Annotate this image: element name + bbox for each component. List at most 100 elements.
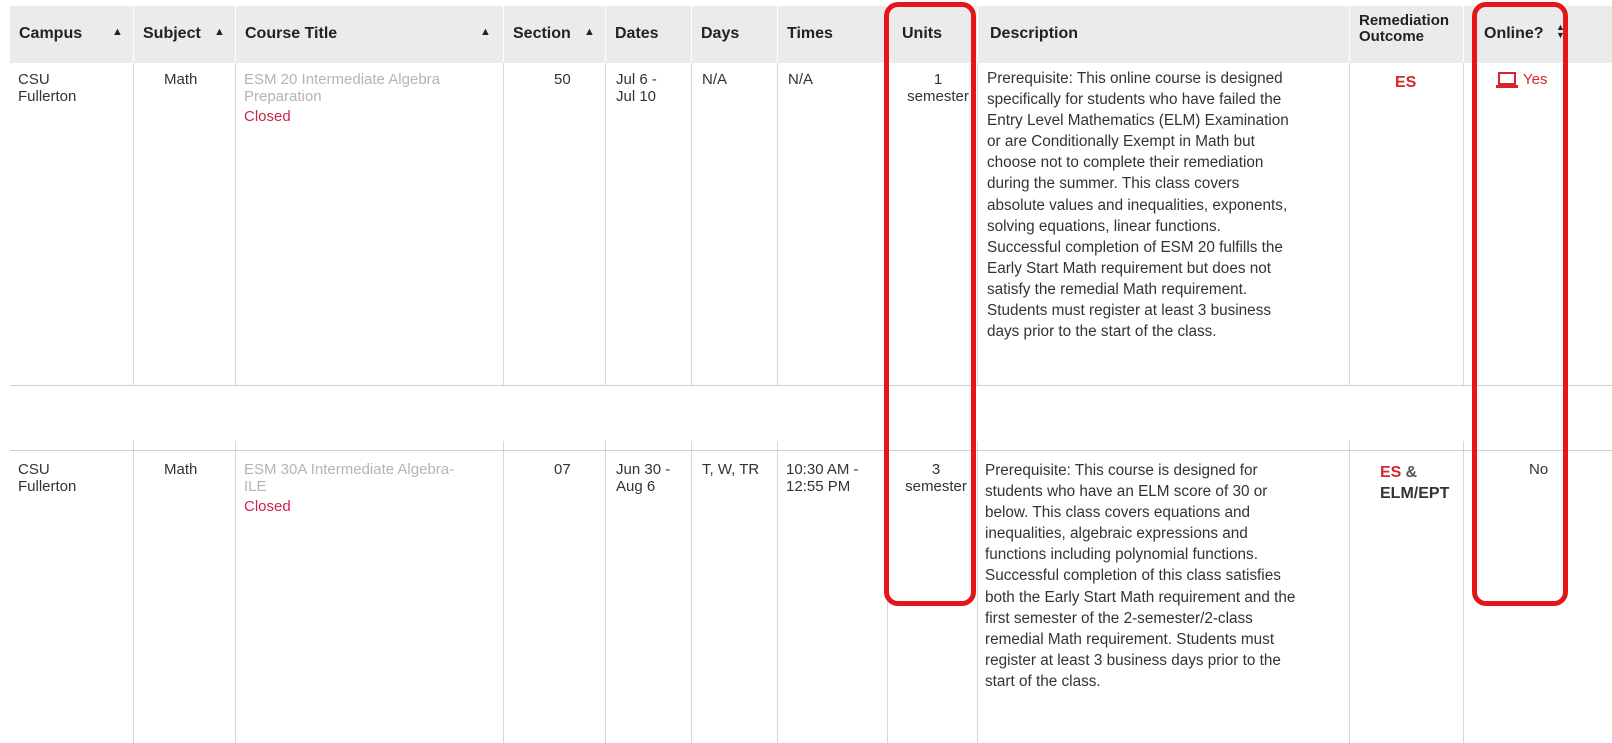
days-cell: N/A [692, 63, 778, 386]
dates-text: Jun 30 - Aug 6 [616, 461, 671, 495]
subject-text: Math [164, 461, 198, 478]
column-stub [778, 441, 888, 450]
header-times: Times [778, 6, 888, 63]
header-section-label: Section [513, 25, 571, 42]
description-line: start of the class. [985, 672, 1101, 690]
sort-ascending-icon[interactable]: ▲ [584, 26, 595, 38]
header-dates-label: Dates [615, 25, 659, 42]
remediation-outcome: ES & ELM/EPT [1380, 462, 1449, 504]
dates-cell: Jun 30 - Aug 6 [606, 451, 692, 743]
column-stub [10, 441, 134, 450]
sort-ascending-icon[interactable]: ▲ [214, 26, 225, 38]
remediation-cell: ES [1350, 63, 1464, 386]
days-cell: T, W, TR [692, 451, 778, 743]
description-line: inequalities, algebraic expressions and [985, 525, 1248, 543]
description-text: Prerequisite: This course is designed fo… [985, 460, 1347, 692]
days-text: N/A [702, 71, 728, 88]
description-line: remedial Math requirement. Students must [985, 630, 1275, 648]
column-stub [606, 441, 692, 450]
campus-cell: CSU Fullerton [18, 71, 77, 105]
course-title-cell: ESM 30A Intermediate Algebra- ILE Closed [236, 451, 504, 743]
times-text: N/A [788, 71, 814, 88]
course-table: Campus ▲ Subject ▲ Course Title ▲ Sectio… [0, 0, 1612, 743]
header-section[interactable]: Section ▲ [504, 6, 606, 63]
description-line: Successful completion of ESM 20 fulfills… [987, 238, 1283, 256]
description-line: Entry Level Mathematics (ELM) Examinatio… [987, 112, 1289, 130]
row-divider [10, 385, 1612, 386]
remediation-es-badge: ES [1395, 74, 1417, 91]
course-title-link[interactable]: ESM 30A Intermediate Algebra- ILE [244, 461, 454, 495]
column-stub [134, 441, 236, 450]
description-line: or are Conditionally Exempt in Math but [987, 133, 1255, 151]
table-row: CSU Fullerton [10, 63, 134, 386]
header-subject[interactable]: Subject ▲ [134, 6, 236, 63]
times-text: 10:30 AM - 12:55 PM [786, 461, 859, 495]
header-course-title[interactable]: Course Title ▲ [236, 6, 504, 63]
days-text: T, W, TR [702, 461, 760, 478]
remediation-ampersand: & [1405, 464, 1418, 481]
header-remediation-outcome-label: Remediation Outcome [1359, 12, 1450, 45]
section-text: 50 [554, 71, 571, 88]
times-cell: N/A [778, 63, 888, 386]
header-dates: Dates [606, 6, 692, 63]
description-line: satisfy the remedial Math requirement. [987, 280, 1248, 298]
description-line: during the summer. This class covers [987, 175, 1240, 193]
description-line: students who have an ELM score of 30 or [985, 483, 1268, 501]
description-line: functions including polynomial functions… [985, 546, 1258, 564]
description-line: first semester of the 2-semester/2-class [985, 609, 1253, 627]
column-stub [504, 441, 606, 450]
description-line: Prerequisite: This course is designed fo… [985, 462, 1258, 479]
description-line: Students must register at least 3 busine… [987, 302, 1271, 320]
column-stub [236, 441, 504, 450]
online-column-highlight [1472, 2, 1568, 606]
course-title-cell: ESM 20 Intermediate Algebra Preparation … [236, 63, 504, 386]
description-cell: Prerequisite: This course is designed fo… [978, 451, 1350, 743]
dates-text: Jul 6 - Jul 10 [616, 71, 657, 105]
remediation-cell: ES & ELM/EPT [1350, 451, 1464, 743]
header-course-title-label: Course Title [245, 25, 338, 42]
header-description: Description [978, 6, 1350, 63]
column-stub [978, 441, 1350, 450]
description-line: Successful completion of this class sati… [985, 567, 1281, 585]
remediation-elm-ept-badge: ELM/EPT [1380, 485, 1450, 502]
column-stub [1350, 441, 1464, 450]
dates-cell: Jul 6 - Jul 10 [606, 63, 692, 386]
description-text: Prerequisite: This online course is desi… [987, 68, 1347, 342]
description-line: register at least 3 business days prior … [985, 651, 1281, 669]
header-times-label: Times [787, 25, 833, 42]
header-days-label: Days [701, 25, 740, 42]
subject-cell: Math [134, 451, 236, 743]
sort-ascending-icon[interactable]: ▲ [112, 26, 123, 38]
description-line: choose not to complete their remediation [987, 154, 1264, 172]
column-stub [692, 441, 778, 450]
description-line: specifically for students who have faile… [987, 91, 1282, 109]
campus-cell: CSU Fullerton [18, 461, 77, 495]
section-text: 07 [554, 461, 571, 478]
units-column-highlight [884, 2, 976, 606]
description-cell: Prerequisite: This online course is desi… [978, 63, 1350, 386]
subject-text: Math [164, 71, 198, 88]
header-campus-label: Campus [19, 25, 83, 42]
description-line: Early Start Math requirement but does no… [987, 259, 1271, 277]
sort-ascending-icon[interactable]: ▲ [480, 26, 491, 38]
description-line: Prerequisite: This online course is desi… [987, 70, 1283, 87]
header-subject-label: Subject [143, 25, 201, 42]
description-line: solving equations, linear functions. [987, 217, 1221, 235]
section-cell: 07 [504, 451, 606, 743]
description-line: days prior to the start of the class. [987, 323, 1217, 341]
status-badge: Closed [244, 108, 291, 125]
times-cell: 10:30 AM - 12:55 PM [778, 451, 888, 743]
description-line: both the Early Start Math requirement an… [985, 588, 1296, 606]
header-campus[interactable]: Campus ▲ [10, 6, 134, 63]
status-badge: Closed [244, 498, 291, 515]
course-title-link[interactable]: ESM 20 Intermediate Algebra Preparation [244, 71, 440, 105]
description-line: below. This class covers equations and [985, 504, 1251, 522]
description-line: absolute values and inequalities, expone… [987, 196, 1288, 214]
section-cell: 50 [504, 63, 606, 386]
remediation-es-badge: ES [1380, 464, 1402, 481]
header-days: Days [692, 6, 778, 63]
table-row: CSU Fullerton [10, 451, 134, 743]
header-description-label: Description [990, 25, 1079, 42]
subject-cell: Math [134, 63, 236, 386]
header-remediation-outcome: Remediation Outcome [1350, 6, 1464, 63]
